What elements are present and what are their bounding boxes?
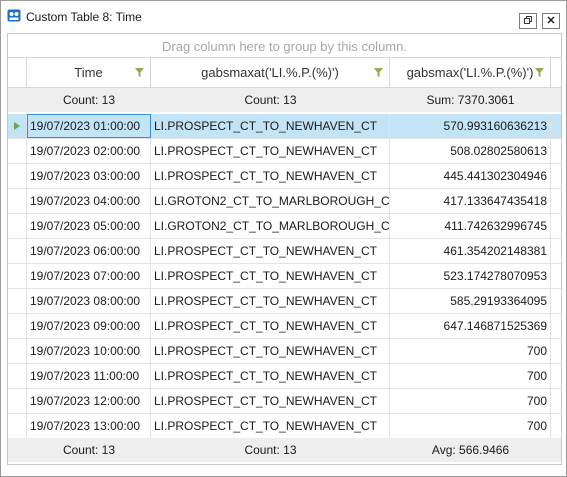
- time-cell[interactable]: 19/07/2023 06:00:00: [27, 239, 151, 263]
- row-indicator-cell[interactable]: [8, 289, 27, 313]
- time-cell[interactable]: 19/07/2023 12:00:00: [27, 389, 151, 413]
- table-row[interactable]: 19/07/2023 07:00:00 LI.PROSPECT_CT_TO_NEW…: [8, 264, 561, 289]
- summary-count-gabsmaxat: Count: 13: [244, 443, 297, 457]
- time-cell[interactable]: 19/07/2023 07:00:00: [27, 264, 151, 288]
- time-cell[interactable]: 19/07/2023 01:00:00: [27, 114, 151, 138]
- summary-count-gabsmaxat: Count: 13: [244, 93, 297, 107]
- group-panel[interactable]: Drag column here to group by this column…: [8, 34, 561, 56]
- row-indicator-cell[interactable]: [8, 314, 27, 338]
- restore-window-icon: [523, 14, 533, 28]
- gabsmaxat-cell[interactable]: LI.PROSPECT_CT_TO_NEWHAVEN_CT: [151, 414, 390, 438]
- row-indicator-cell[interactable]: [8, 339, 27, 363]
- table-row[interactable]: 19/07/2023 04:00:00 LI.GROTON2_CT_TO_MARL…: [8, 189, 561, 214]
- row-indicator-cell[interactable]: [8, 414, 27, 438]
- column-header-label: gabsmax('LI.%.P.(%)'): [406, 65, 534, 80]
- gabsmaxat-cell[interactable]: LI.PROSPECT_CT_TO_NEWHAVEN_CT: [151, 364, 390, 388]
- time-cell[interactable]: 19/07/2023 10:00:00: [27, 339, 151, 363]
- table-row[interactable]: 19/07/2023 10:00:00 LI.PROSPECT_CT_TO_NEW…: [8, 339, 561, 364]
- gabsmaxat-cell[interactable]: LI.PROSPECT_CT_TO_NEWHAVEN_CT: [151, 239, 390, 263]
- table-row[interactable]: 19/07/2023 11:00:00 LI.PROSPECT_CT_TO_NEW…: [8, 364, 561, 389]
- gabsmaxat-cell[interactable]: LI.PROSPECT_CT_TO_NEWHAVEN_CT: [151, 314, 390, 338]
- time-cell[interactable]: 19/07/2023 05:00:00: [27, 214, 151, 238]
- gabsmax-cell[interactable]: 411.742632996745: [390, 214, 551, 238]
- column-header-gabsmax[interactable]: gabsmax('LI.%.P.(%)'): [390, 58, 551, 87]
- row-indicator-cell[interactable]: [8, 239, 27, 263]
- top-summary-row: Count: 13 Count: 13 Sum: 7370.3061: [8, 88, 561, 112]
- column-header-time[interactable]: Time: [27, 58, 151, 87]
- table-row[interactable]: 19/07/2023 03:00:00 LI.PROSPECT_CT_TO_NEW…: [8, 164, 561, 189]
- table-row[interactable]: 19/07/2023 01:00:00 LI.PROSPECT_CT_TO_NEW…: [8, 114, 561, 139]
- gabsmaxat-cell[interactable]: LI.GROTON2_CT_TO_MARLBOROUGH_CT: [151, 189, 390, 213]
- table-row[interactable]: 19/07/2023 08:00:00 LI.PROSPECT_CT_TO_NEW…: [8, 289, 561, 314]
- gabsmaxat-cell[interactable]: LI.PROSPECT_CT_TO_NEWHAVEN_CT: [151, 389, 390, 413]
- column-header-gabsmaxat[interactable]: gabsmaxat('LI.%.P.(%)'): [151, 58, 390, 87]
- row-indicator-cell[interactable]: [8, 164, 27, 188]
- current-row-indicator-icon: [14, 122, 20, 130]
- row-indicator-cell[interactable]: [8, 214, 27, 238]
- gabsmax-cell[interactable]: 700: [390, 389, 551, 413]
- grid-table-icon: [7, 9, 21, 22]
- row-indicator-cell[interactable]: [8, 264, 27, 288]
- gabsmax-cell[interactable]: 700: [390, 364, 551, 388]
- data-grid[interactable]: Drag column here to group by this column…: [7, 33, 562, 465]
- title-bar[interactable]: Custom Table 8: Time: [1, 1, 566, 31]
- row-indicator-header: [8, 58, 27, 87]
- gabsmax-cell[interactable]: 461.354202148381: [390, 239, 551, 263]
- gabsmax-cell[interactable]: 585.29193364095: [390, 289, 551, 313]
- time-cell[interactable]: 19/07/2023 03:00:00: [27, 164, 151, 188]
- row-indicator-cell[interactable]: [8, 114, 27, 138]
- gabsmax-cell[interactable]: 700: [390, 339, 551, 363]
- table-row[interactable]: 19/07/2023 13:00:00 LI.PROSPECT_CT_TO_NEW…: [8, 414, 561, 439]
- filter-icon[interactable]: [374, 68, 383, 77]
- table-row[interactable]: 19/07/2023 09:00:00 LI.PROSPECT_CT_TO_NEW…: [8, 314, 561, 339]
- gabsmaxat-cell[interactable]: LI.GROTON2_CT_TO_MARLBOROUGH_CT: [151, 214, 390, 238]
- row-indicator-cell[interactable]: [8, 364, 27, 388]
- gabsmaxat-cell[interactable]: LI.PROSPECT_CT_TO_NEWHAVEN_CT: [151, 164, 390, 188]
- row-indicator-cell[interactable]: [8, 139, 27, 163]
- close-icon: [546, 14, 556, 28]
- column-header-row: Time gabsmaxat('LI.%.P.(%)') gabsmax('LI…: [8, 57, 561, 88]
- summary-count-time: Count: 13: [62, 443, 116, 457]
- bottom-summary-row: Count: 13 Count: 13 Avg: 566.9466: [8, 438, 561, 462]
- gabsmaxat-cell[interactable]: LI.PROSPECT_CT_TO_NEWHAVEN_CT: [151, 139, 390, 163]
- gabsmaxat-cell[interactable]: LI.PROSPECT_CT_TO_NEWHAVEN_CT: [151, 339, 390, 363]
- restore-button[interactable]: [519, 13, 537, 29]
- gabsmax-cell[interactable]: 647.146871525369: [390, 314, 551, 338]
- time-cell[interactable]: 19/07/2023 11:00:00: [27, 364, 151, 388]
- summary-avg-gabsmax: Avg: 566.9466: [431, 443, 510, 457]
- time-cell[interactable]: 19/07/2023 09:00:00: [27, 314, 151, 338]
- time-cell[interactable]: 19/07/2023 13:00:00: [27, 414, 151, 438]
- table-row[interactable]: 19/07/2023 12:00:00 LI.PROSPECT_CT_TO_NEW…: [8, 389, 561, 414]
- gabsmax-cell[interactable]: 570.993160636213: [390, 114, 551, 138]
- gabsmaxat-cell[interactable]: LI.PROSPECT_CT_TO_NEWHAVEN_CT: [151, 289, 390, 313]
- filter-icon[interactable]: [135, 68, 144, 77]
- table-row[interactable]: 19/07/2023 06:00:00 LI.PROSPECT_CT_TO_NEW…: [8, 239, 561, 264]
- time-cell[interactable]: 19/07/2023 02:00:00: [27, 139, 151, 163]
- table-row[interactable]: 19/07/2023 05:00:00 LI.GROTON2_CT_TO_MARL…: [8, 214, 561, 239]
- gabsmax-cell[interactable]: 445.441302304946: [390, 164, 551, 188]
- table-row[interactable]: 19/07/2023 02:00:00 LI.PROSPECT_CT_TO_NEW…: [8, 139, 561, 164]
- column-header-label: Time: [74, 65, 103, 80]
- time-cell[interactable]: 19/07/2023 08:00:00: [27, 289, 151, 313]
- filter-icon[interactable]: [535, 68, 544, 77]
- time-cell[interactable]: 19/07/2023 04:00:00: [27, 189, 151, 213]
- gabsmax-cell[interactable]: 523.174278070953: [390, 264, 551, 288]
- gabsmax-cell[interactable]: 508.02802580613: [390, 139, 551, 163]
- row-indicator-cell[interactable]: [8, 389, 27, 413]
- gabsmax-cell[interactable]: 700: [390, 414, 551, 438]
- column-header-label: gabsmaxat('LI.%.P.(%)'): [201, 65, 339, 80]
- gabsmaxat-cell[interactable]: LI.PROSPECT_CT_TO_NEWHAVEN_CT: [151, 264, 390, 288]
- window-title: Custom Table 8: Time: [26, 10, 142, 24]
- gabsmax-cell[interactable]: 417.133647435418: [390, 189, 551, 213]
- summary-sum-gabsmax: Sum: 7370.3061: [426, 93, 515, 107]
- table-window: Custom Table 8: Time Drag column here to…: [0, 0, 567, 477]
- close-button[interactable]: [542, 13, 560, 29]
- row-indicator-cell[interactable]: [8, 189, 27, 213]
- gabsmaxat-cell[interactable]: LI.PROSPECT_CT_TO_NEWHAVEN_CT: [151, 114, 390, 138]
- summary-count-time: Count: 13: [62, 93, 116, 107]
